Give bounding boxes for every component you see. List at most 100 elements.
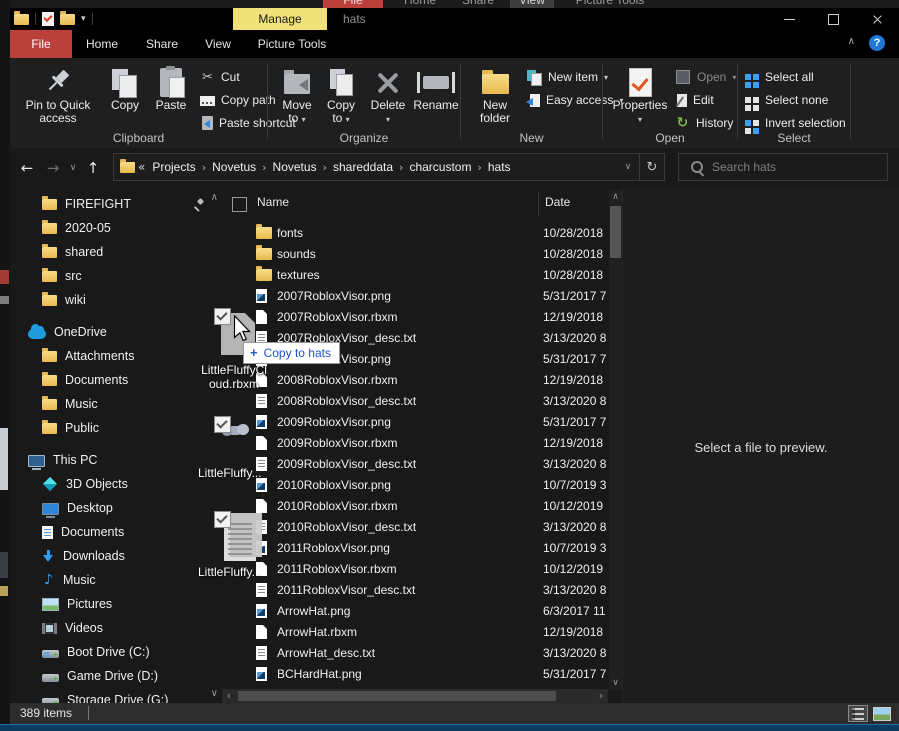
sidebar-item-desktop[interactable]: Desktop xyxy=(10,496,222,520)
column-header-name[interactable]: Name xyxy=(257,195,289,209)
breadcrumb-separator-icon[interactable]: › xyxy=(321,161,329,174)
maximize-button[interactable] xyxy=(811,8,855,30)
file-row-2010robloxvisor-desc-txt[interactable]: 2010RobloxVisor_desc.txt3/13/2020 8 xyxy=(222,516,608,537)
chevron-down-icon[interactable]: ▾ xyxy=(81,14,86,24)
file-row-2007robloxvisor-rbxm[interactable]: 2007RobloxVisor.rbxm12/19/2018 xyxy=(222,306,608,327)
cut-button[interactable]: ✂ Cut xyxy=(200,67,240,87)
file-row-2011robloxvisor-desc-txt[interactable]: 2011RobloxVisor_desc.txt3/13/2020 8 xyxy=(222,579,608,600)
manage-contextual-tab[interactable]: Manage xyxy=(233,8,327,30)
sidebar-item-wiki[interactable]: wiki xyxy=(10,288,222,312)
invert-selection-button[interactable]: Invert selection xyxy=(744,113,846,133)
breadcrumb-separator-icon[interactable]: › xyxy=(475,161,483,174)
file-row-fonts[interactable]: fonts10/28/2018 xyxy=(222,222,608,243)
select-all-checkbox[interactable] xyxy=(232,197,247,212)
scroll-down-arrow[interactable]: ∨ xyxy=(609,678,622,688)
copy-to-button[interactable]: Copy to ▾ xyxy=(320,61,362,129)
minimize-button[interactable] xyxy=(767,8,811,30)
paste-button[interactable]: Paste xyxy=(148,61,194,129)
file-row-textures[interactable]: textures10/28/2018 xyxy=(222,264,608,285)
file-row-2011robloxvisor-png[interactable]: 2011RobloxVisor.png10/7/2019 3 xyxy=(222,537,608,558)
collapse-ribbon-button[interactable]: ∧ xyxy=(848,36,855,47)
sidebar-scroll-down[interactable]: ∨ xyxy=(211,688,218,699)
sidebar-item-music[interactable]: ♪Music xyxy=(10,568,222,592)
breadcrumb-hats[interactable]: hats xyxy=(484,160,515,174)
breadcrumb-shareddata[interactable]: shareddata xyxy=(329,160,397,174)
sidebar-item-storage-drive-g[interactable]: Storage Drive (G:) xyxy=(10,688,222,703)
sidebar-item-game-drive-d[interactable]: Game Drive (D:) xyxy=(10,664,222,688)
breadcrumb-overflow-icon[interactable]: « xyxy=(135,160,148,174)
sidebar-item-videos[interactable]: Videos xyxy=(10,616,222,640)
sidebar-item-documents[interactable]: Documents xyxy=(10,368,222,392)
breadcrumb[interactable]: « Projects›Novetus›Novetus›shareddata›ch… xyxy=(113,153,665,181)
select-none-button[interactable]: Select none xyxy=(744,90,828,110)
file-row-2011robloxvisor-rbxm[interactable]: 2011RobloxVisor.rbxm10/12/2019 xyxy=(222,558,608,579)
file-row-2010robloxvisor-png[interactable]: 2010RobloxVisor.png10/7/2019 3 xyxy=(222,474,608,495)
sidebar-scroll-up[interactable]: ∧ xyxy=(211,192,218,203)
scroll-right-arrow[interactable]: › xyxy=(594,689,608,703)
copy-path-button[interactable]: Copy path xyxy=(200,90,276,110)
tab-home[interactable]: Home xyxy=(72,30,132,58)
file-row-bchardhat-png[interactable]: BCHardHat.png5/31/2017 7 xyxy=(222,663,608,684)
breadcrumb-separator-icon[interactable]: › xyxy=(200,161,208,174)
sidebar-item-downloads[interactable]: Downloads xyxy=(10,544,222,568)
breadcrumb-separator-icon[interactable]: › xyxy=(397,161,405,174)
sidebar-item-2020-05[interactable]: 2020-05 xyxy=(10,216,222,240)
tab-view[interactable]: View xyxy=(192,30,244,58)
move-to-button[interactable]: Move to ▾ xyxy=(276,61,318,129)
rename-button[interactable]: Rename xyxy=(410,61,462,129)
file-row-2010robloxvisor-rbxm[interactable]: 2010RobloxVisor.rbxm10/12/2019 xyxy=(222,495,608,516)
refresh-button[interactable]: ↻ xyxy=(640,160,664,175)
sidebar-item-attachments[interactable]: Attachments xyxy=(10,344,222,368)
delete-button[interactable]: Delete▾ xyxy=(364,61,412,129)
search-input[interactable]: Search hats xyxy=(678,153,888,181)
breadcrumb-separator-icon[interactable]: › xyxy=(260,161,268,174)
file-row-arrowhat-png[interactable]: ArrowHat.png6/3/2017 11 xyxy=(222,600,608,621)
sidebar-item-shared[interactable]: shared xyxy=(10,240,222,264)
tab-picture-tools[interactable]: Picture Tools xyxy=(244,30,340,58)
sidebar-item-public[interactable]: Public xyxy=(10,416,222,440)
sidebar-item-music[interactable]: Music xyxy=(10,392,222,416)
breadcrumb-novetus[interactable]: Novetus xyxy=(208,160,260,174)
scroll-left-arrow[interactable]: ‹ xyxy=(222,689,236,703)
open-button[interactable]: Open ▾ xyxy=(675,67,736,87)
column-divider[interactable] xyxy=(538,192,539,216)
edit-button[interactable]: Edit xyxy=(675,90,714,110)
new-folder-button[interactable]: New folder xyxy=(469,61,521,129)
sidebar-item-documents[interactable]: Documents xyxy=(10,520,222,544)
sidebar-item-this-pc[interactable]: This PC xyxy=(10,448,222,472)
vertical-scrollbar[interactable]: ∧ ∨ xyxy=(609,190,622,690)
file-row-2009robloxvisor-png[interactable]: 2009RobloxVisor.png5/31/2017 7 xyxy=(222,411,608,432)
recent-locations-chevron[interactable]: ∨ xyxy=(66,156,80,180)
tab-file[interactable]: File xyxy=(10,30,72,58)
tab-share[interactable]: Share xyxy=(132,30,192,58)
history-button[interactable]: ↻ History xyxy=(675,113,733,133)
file-row-2008robloxvisor-desc-txt[interactable]: 2008RobloxVisor_desc.txt3/13/2020 8 xyxy=(222,390,608,411)
sidebar-item-src[interactable]: src xyxy=(10,264,222,288)
folder-icon[interactable] xyxy=(60,14,75,25)
file-row-2009robloxvisor-rbxm[interactable]: 2009RobloxVisor.rbxm12/19/2018 xyxy=(222,432,608,453)
up-button[interactable]: ↑ xyxy=(82,156,104,180)
sidebar-item-onedrive[interactable]: OneDrive xyxy=(10,320,222,344)
file-row-2009robloxvisor-desc-txt[interactable]: 2009RobloxVisor_desc.txt3/13/2020 8 xyxy=(222,453,608,474)
file-row-sounds[interactable]: sounds10/28/2018 xyxy=(222,243,608,264)
details-view-button[interactable] xyxy=(848,705,868,722)
select-all-button[interactable]: Select all xyxy=(744,67,814,87)
folder-icon[interactable] xyxy=(14,14,29,25)
breadcrumb-novetus[interactable]: Novetus xyxy=(269,160,321,174)
file-row-2008robloxvisor-rbxm[interactable]: 2008RobloxVisor.rbxm12/19/2018 xyxy=(222,369,608,390)
horizontal-scrollbar[interactable]: ‹ › xyxy=(222,689,608,703)
back-button[interactable]: ← xyxy=(16,156,38,180)
sidebar-item-firefight[interactable]: FIREFIGHT xyxy=(10,192,222,216)
breadcrumb-projects[interactable]: Projects xyxy=(148,160,199,174)
sidebar-item-pictures[interactable]: Pictures xyxy=(10,592,222,616)
properties-button[interactable]: Properties▾ xyxy=(611,61,669,129)
scrollbar-thumb[interactable] xyxy=(610,206,621,258)
address-dropdown-chevron[interactable]: ∨ xyxy=(617,162,639,172)
close-button[interactable] xyxy=(855,8,899,30)
sidebar-item-boot-drive-c[interactable]: Boot Drive (C:) xyxy=(10,640,222,664)
file-row-arrowhat-rbxm[interactable]: ArrowHat.rbxm12/19/2018 xyxy=(222,621,608,642)
file-row-2007robloxvisor-png[interactable]: 2007RobloxVisor.png5/31/2017 7 xyxy=(222,285,608,306)
forward-button[interactable]: → xyxy=(42,156,64,180)
scrollbar-thumb[interactable] xyxy=(238,691,556,701)
new-item-button[interactable]: New item ▾ xyxy=(527,67,608,87)
